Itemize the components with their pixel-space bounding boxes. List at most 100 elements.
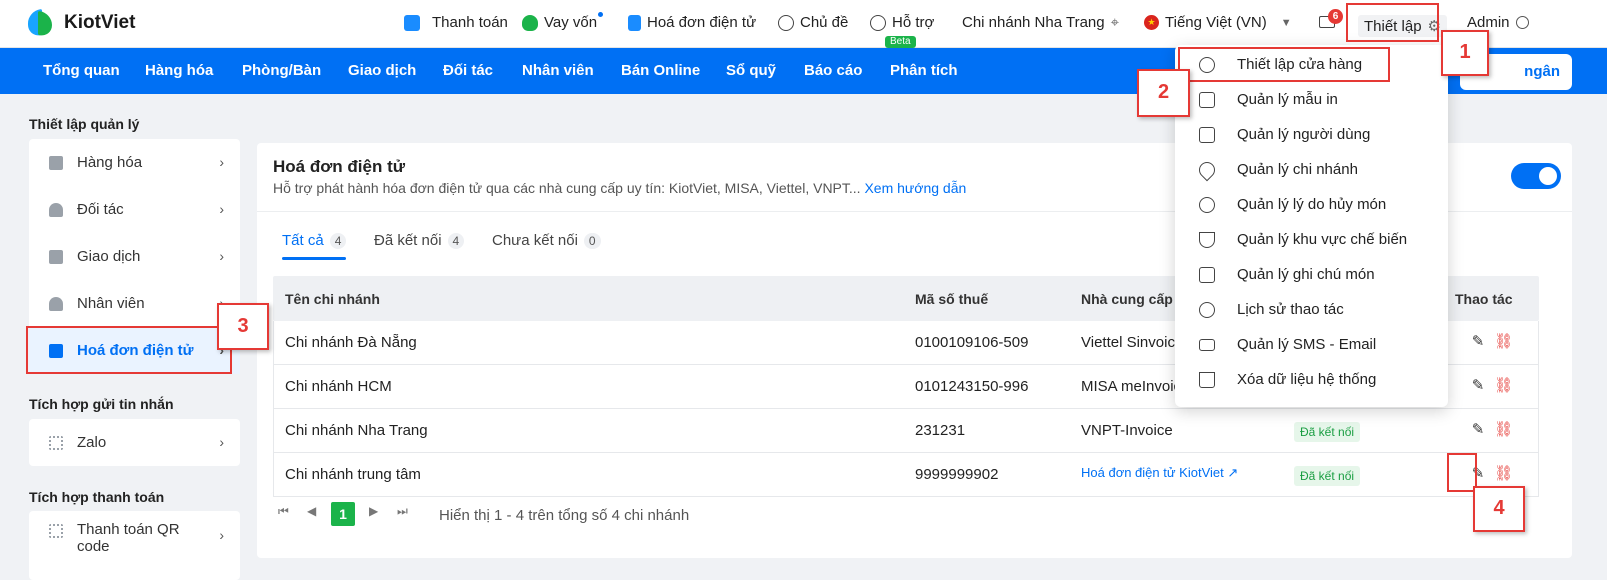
- menu-item-cancel-reasons[interactable]: Quản lý lý do hủy món: [1175, 187, 1448, 222]
- page-subtitle: Hỗ trợ phát hành hóa đơn điện tử qua các…: [273, 180, 966, 196]
- note-icon: [1199, 266, 1215, 283]
- menu-item-history[interactable]: Lịch sử thao tác: [1175, 292, 1448, 327]
- user-name: Admin: [1467, 14, 1510, 31]
- cart-icon: [49, 249, 63, 264]
- sidebar-item-staff[interactable]: Nhân viên ›: [29, 280, 240, 327]
- nav-cashbook[interactable]: Sổ quỹ: [726, 62, 776, 79]
- payment-icon: [404, 14, 420, 31]
- topbar-loan-label-wrap: Vay vốn: [544, 12, 604, 31]
- menu-item-label: Quản lý mẫu in: [1237, 91, 1338, 108]
- external-link-icon: ↗: [1227, 465, 1239, 480]
- cell-branch: Chi nhánh HCM: [285, 378, 392, 395]
- sidebar-item-partners[interactable]: Đối tác ›: [29, 186, 240, 233]
- tab-all[interactable]: Tất cả 4: [282, 232, 347, 249]
- logo[interactable]: KiotViet: [26, 8, 135, 38]
- chat-icon: [870, 14, 886, 31]
- cell-tax: 0100109106-509: [915, 334, 1029, 351]
- menu-item-clear-data[interactable]: Xóa dữ liệu hệ thống: [1175, 362, 1448, 397]
- guide-link[interactable]: Xem hướng dẫn: [864, 180, 966, 196]
- section-title-management: Thiết lập quản lý: [29, 116, 140, 132]
- table-row: Chi nhánh Nha Trang 231231 VNPT-Invoice …: [273, 409, 1539, 453]
- first-page-icon[interactable]: ⏮: [278, 504, 289, 519]
- chevron-right-icon: ›: [219, 154, 224, 170]
- tab-connected[interactable]: Đã kết nối 4: [374, 232, 465, 249]
- sidebar-item-label: Zalo: [77, 434, 107, 451]
- sidebar-item-label: Nhân viên: [77, 295, 145, 312]
- menu-item-label: Xóa dữ liệu hệ thống: [1237, 371, 1377, 388]
- column-branch: Tên chi nhánh: [285, 291, 380, 307]
- nav-rooms[interactable]: Phòng/Bàn: [242, 62, 321, 79]
- topbar-payment-label: Thanh toán: [432, 14, 508, 31]
- menu-item-users[interactable]: Quản lý người dùng: [1175, 117, 1448, 152]
- unlink-icon[interactable]: ⛓: [1494, 377, 1513, 395]
- subtitle-text: Hỗ trợ phát hành hóa đơn điện tử qua các…: [273, 180, 861, 196]
- section-title-messaging: Tích hợp gửi tin nhắn: [29, 396, 174, 412]
- menu-item-label: Quản lý SMS - Email: [1237, 336, 1377, 353]
- sidebar-item-label: Thanh toán QR code: [77, 521, 180, 555]
- location-pin-icon: ⌖: [1110, 14, 1120, 31]
- menu-item-label: Quản lý ghi chú món: [1237, 266, 1375, 283]
- topbar-loan[interactable]: Vay vốn: [522, 12, 604, 31]
- nav-transactions[interactable]: Giao dịch: [348, 62, 416, 79]
- cell-tax: 9999999902: [915, 466, 999, 483]
- history-icon: [1199, 301, 1215, 318]
- provider-link[interactable]: Hoá đơn điện tử KiotViet ↗: [1081, 465, 1238, 481]
- branch-selector[interactable]: Chi nhánh Nha Trang ⌖: [962, 14, 1119, 31]
- next-page-icon[interactable]: ▶: [369, 504, 378, 518]
- menu-item-label: Quản lý lý do hủy món: [1237, 196, 1387, 213]
- user-file-icon: [1199, 126, 1215, 143]
- last-page-icon[interactable]: ⏭: [397, 504, 408, 519]
- nav-products[interactable]: Hàng hóa: [145, 62, 213, 79]
- menu-item-branches[interactable]: Quản lý chi nhánh: [1175, 152, 1448, 187]
- messaging-menu: Zalo ›: [29, 419, 240, 466]
- sidebar-item-products[interactable]: Hàng hóa ›: [29, 139, 240, 186]
- topbar-support-label: Hỗ trợ: [892, 14, 935, 31]
- chevron-right-icon: ›: [219, 434, 224, 450]
- menu-item-label: Lịch sử thao tác: [1237, 301, 1344, 318]
- nav-online-sales[interactable]: Bán Online: [621, 62, 700, 79]
- topbar-einvoice[interactable]: Hoá đơn điện tử: [628, 14, 756, 31]
- prev-page-icon[interactable]: ◀: [307, 504, 316, 518]
- payment-menu: Thanh toán QR code ›: [29, 511, 240, 580]
- printer-icon: [1199, 91, 1215, 108]
- language-selector[interactable]: ★ Tiếng Việt (VN) ▼: [1144, 14, 1292, 31]
- edit-icon[interactable]: ✎: [1469, 421, 1487, 439]
- settings-dropdown: Thiết lập cửa hàng Quản lý mẫu in Quản l…: [1175, 45, 1448, 407]
- sidebar-item-transactions[interactable]: Giao dịch ›: [29, 233, 240, 280]
- menu-item-sms-email[interactable]: Quản lý SMS - Email: [1175, 327, 1448, 362]
- topbar-payment[interactable]: Thanh toán: [404, 14, 508, 31]
- nav-analytics[interactable]: Phân tích: [890, 62, 958, 79]
- unlink-icon[interactable]: ⛓: [1494, 333, 1513, 351]
- unlink-icon[interactable]: ⛓: [1494, 421, 1513, 439]
- chevron-right-icon: ›: [219, 248, 224, 264]
- nav-overview[interactable]: Tổng quan: [43, 62, 120, 79]
- edit-icon[interactable]: ✎: [1469, 377, 1487, 395]
- unlink-icon[interactable]: ⛓: [1494, 465, 1513, 483]
- menu-item-print-templates[interactable]: Quản lý mẫu in: [1175, 82, 1448, 117]
- topbar-theme-label: Chủ đề: [800, 14, 849, 31]
- topbar-theme[interactable]: Chủ đề: [778, 14, 848, 31]
- location-icon: [1195, 158, 1219, 181]
- einvoice-toggle[interactable]: [1511, 163, 1561, 189]
- menu-item-kitchen-areas[interactable]: Quản lý khu vực chế biến: [1175, 222, 1448, 257]
- user-menu[interactable]: Admin: [1467, 14, 1529, 31]
- cell-provider: Viettel Sinvoice: [1081, 334, 1184, 351]
- sidebar-item-zalo[interactable]: Zalo ›: [29, 419, 240, 466]
- sidebar-item-qr[interactable]: Thanh toán QR code ›: [29, 521, 240, 571]
- tab-label: Đã kết nối: [374, 232, 442, 249]
- status-badge: Đã kết nối: [1294, 466, 1361, 486]
- sidebar-item-label: Hàng hóa: [77, 154, 143, 171]
- edit-icon[interactable]: ✎: [1469, 333, 1487, 351]
- page-title: Hoá đơn điện tử: [273, 157, 406, 176]
- tab-not-connected[interactable]: Chưa kết nối 0: [492, 232, 601, 249]
- tab-count: 4: [329, 232, 347, 249]
- menu-item-dish-notes[interactable]: Quản lý ghi chú món: [1175, 257, 1448, 292]
- current-page-button[interactable]: 1: [331, 502, 355, 526]
- nav-reports[interactable]: Báo cáo: [804, 62, 862, 79]
- topbar-support[interactable]: Hỗ trợ: [870, 14, 934, 31]
- chevron-right-icon: ›: [219, 527, 224, 543]
- nav-staff[interactable]: Nhân viên: [522, 62, 594, 79]
- nav-partners[interactable]: Đối tác: [443, 62, 493, 79]
- menu-item-label: Quản lý chi nhánh: [1237, 161, 1358, 178]
- brand-name: KiotViet: [64, 12, 136, 33]
